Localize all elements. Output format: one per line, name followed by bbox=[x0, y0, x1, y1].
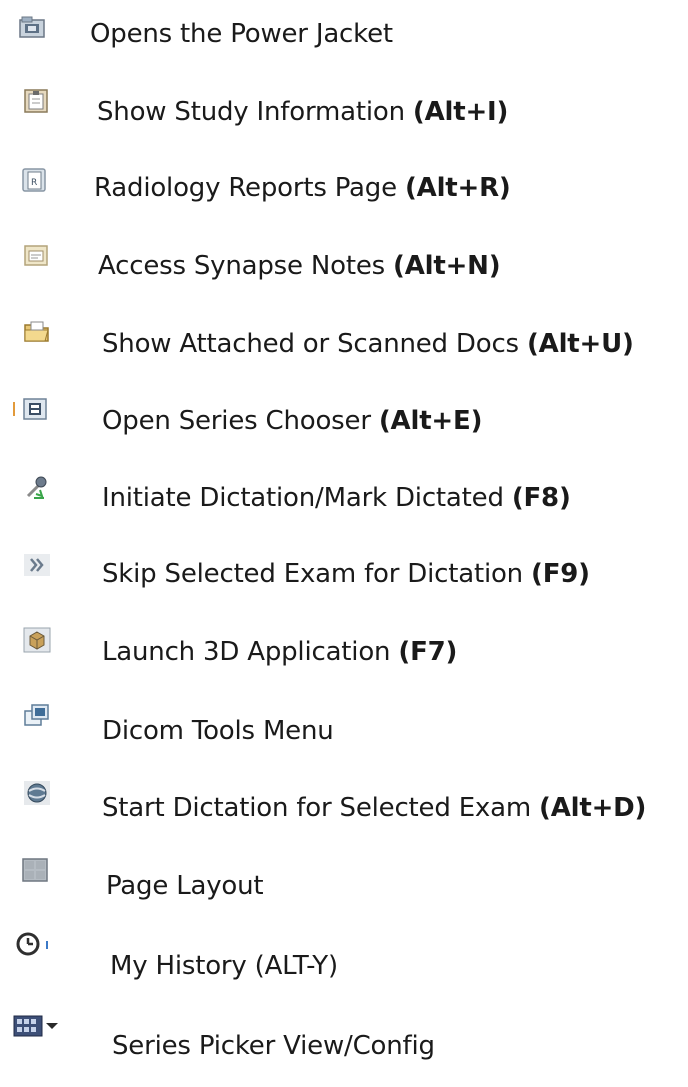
list-item-radiology-reports: R Radiology Reports Page (Alt+R) bbox=[0, 160, 688, 216]
radiology-report-icon[interactable]: R bbox=[20, 166, 50, 194]
series-picker-icon[interactable] bbox=[12, 1012, 60, 1040]
list-item-start-dictation: Start Dictation for Selected Exam (Alt+D… bbox=[0, 775, 688, 831]
item-label: Dicom Tools Menu bbox=[102, 716, 334, 746]
item-shortcut: (F9) bbox=[531, 559, 590, 589]
item-label: Show Study Information bbox=[97, 97, 413, 127]
item-label: Access Synapse Notes bbox=[98, 251, 394, 281]
item-label: Series Picker View/Config bbox=[112, 1031, 435, 1061]
item-shortcut: (Alt+D) bbox=[539, 793, 647, 823]
item-shortcut: (F7) bbox=[398, 637, 458, 667]
list-item-study-info: Show Study Information (Alt+I) bbox=[0, 83, 688, 139]
list-item-power-jacket: Opens the Power Jacket bbox=[0, 8, 688, 64]
item-label: My History (ALT-Y) bbox=[110, 951, 338, 981]
cube-3d-icon[interactable] bbox=[22, 626, 52, 654]
item-label: Skip Selected Exam for Dictation bbox=[102, 559, 532, 589]
power-jacket-icon[interactable] bbox=[18, 14, 48, 42]
item-shortcut: (Alt+U) bbox=[526, 329, 634, 359]
svg-text:R: R bbox=[31, 178, 37, 188]
list-item-attached-docs: Show Attached or Scanned Docs (Alt+U) bbox=[0, 313, 688, 369]
dicom-tools-icon[interactable] bbox=[22, 702, 52, 730]
list-item-launch-3d: Launch 3D Application (F7) bbox=[0, 620, 688, 676]
item-label: Start Dictation for Selected Exam bbox=[102, 793, 540, 823]
item-label: Page Layout bbox=[106, 871, 264, 901]
folder-icon[interactable] bbox=[22, 317, 52, 345]
notes-icon[interactable] bbox=[22, 242, 52, 270]
double-chevron-icon[interactable] bbox=[22, 551, 52, 579]
series-chooser-icon[interactable] bbox=[10, 396, 52, 424]
clock-icon[interactable] bbox=[14, 931, 52, 959]
item-label: Radiology Reports Page bbox=[94, 173, 405, 203]
page-layout-icon[interactable] bbox=[20, 856, 50, 884]
item-shortcut: (Alt+I) bbox=[412, 97, 509, 127]
list-item-skip-exam: Skip Selected Exam for Dictation (F9) bbox=[0, 545, 688, 601]
list-item-page-layout: Page Layout bbox=[0, 852, 688, 908]
item-label: Launch 3D Application bbox=[102, 637, 399, 667]
item-label: Show Attached or Scanned Docs bbox=[102, 329, 527, 359]
item-label: Initiate Dictation/Mark Dictated bbox=[102, 483, 512, 513]
item-shortcut: (Alt+R) bbox=[404, 173, 511, 203]
item-label: Opens the Power Jacket bbox=[90, 19, 393, 49]
study-info-icon[interactable] bbox=[22, 87, 52, 115]
dictation-globe-icon[interactable] bbox=[22, 779, 52, 807]
list-item-synapse-notes: Access Synapse Notes (Alt+N) bbox=[0, 236, 688, 292]
list-item-series-picker: Series Picker View/Config bbox=[0, 1010, 688, 1066]
list-item-series-chooser: Open Series Chooser (Alt+E) bbox=[0, 390, 688, 446]
list-item-initiate-dictation: Initiate Dictation/Mark Dictated (F8) bbox=[0, 468, 688, 524]
item-shortcut: (Alt+N) bbox=[393, 251, 501, 281]
item-label: Open Series Chooser bbox=[102, 406, 379, 436]
list-item-dicom-tools: Dicom Tools Menu bbox=[0, 698, 688, 754]
microphone-icon[interactable] bbox=[22, 474, 52, 502]
list-item-my-history: My History (ALT-Y) bbox=[0, 928, 688, 984]
item-shortcut: (Alt+E) bbox=[378, 406, 483, 436]
item-shortcut: (F8) bbox=[511, 483, 571, 513]
